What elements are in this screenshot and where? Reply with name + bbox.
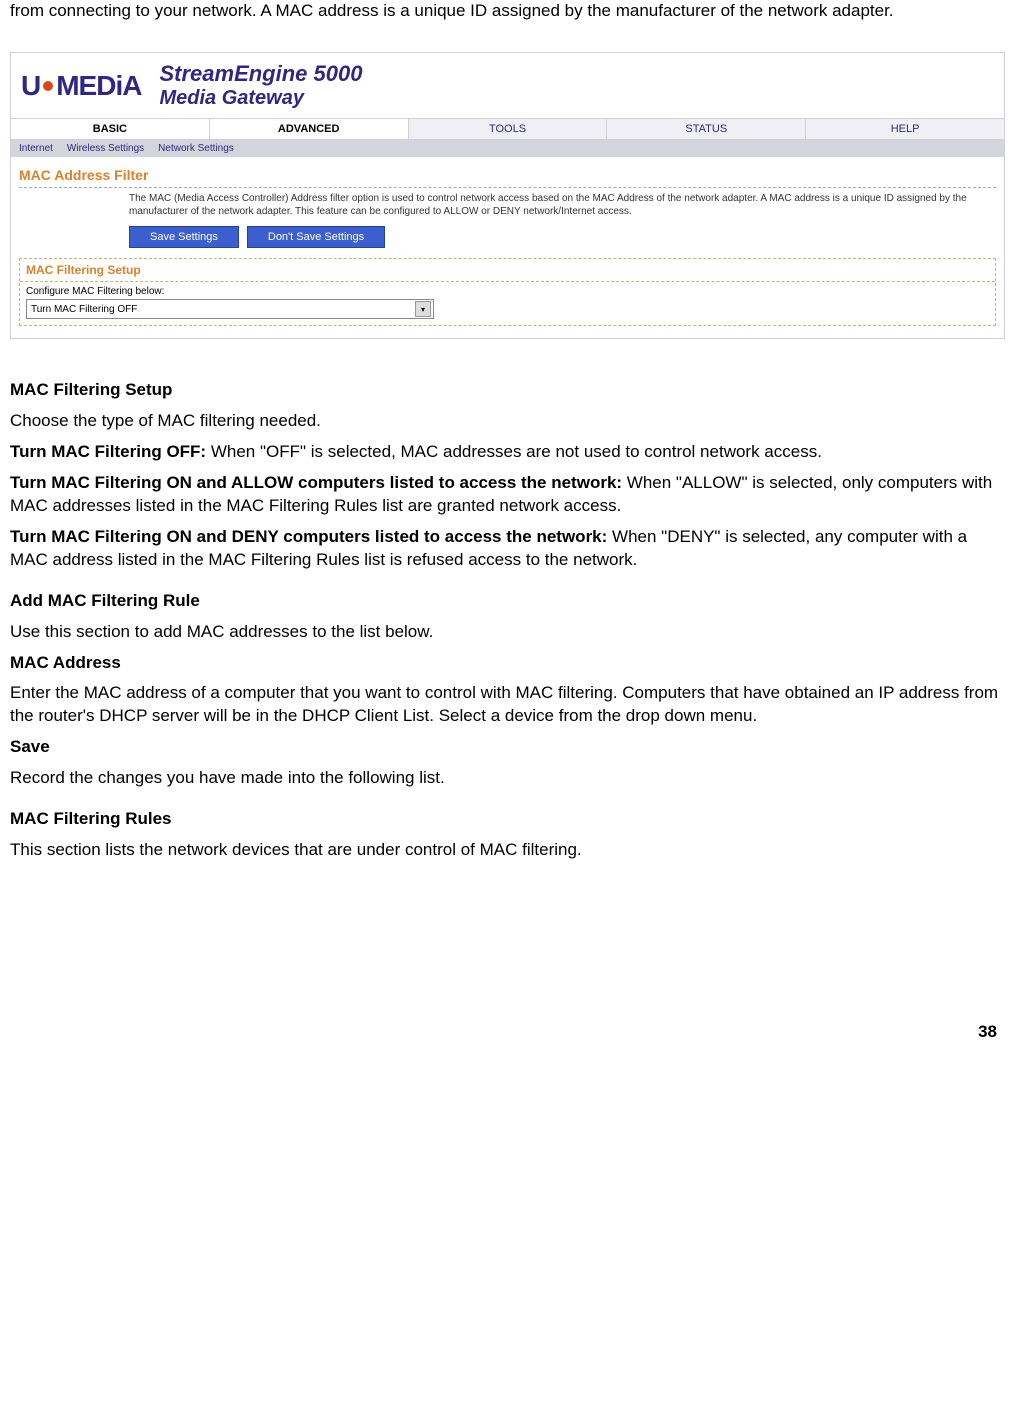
tab-tools[interactable]: TOOLS — [409, 119, 608, 139]
logo-dot-icon — [43, 81, 53, 91]
product-name: StreamEngine 5000 Media Gateway — [159, 61, 362, 110]
intro-text: from connecting to your network. A MAC a… — [10, 0, 1005, 22]
tab-advanced[interactable]: ADVANCED — [210, 119, 409, 139]
heading-mac-filtering-setup: MAC Filtering Setup — [10, 379, 1005, 402]
heading-rules: MAC Filtering Rules — [10, 808, 1005, 831]
save-text: Record the changes you have made into th… — [10, 767, 1005, 790]
mac-address-text: Enter the MAC address of a computer that… — [10, 682, 1005, 728]
p-deny: Turn MAC Filtering ON and DENY computers… — [10, 526, 1005, 572]
p-off: Turn MAC Filtering OFF: When "OFF" is se… — [10, 441, 1005, 464]
logo-text: U MEDiA — [21, 70, 141, 102]
logo: U MEDiA — [21, 70, 141, 102]
product-line1: StreamEngine 5000 — [159, 61, 362, 87]
doc-body: MAC Filtering Setup Choose the type of M… — [10, 379, 1005, 862]
off-label: Turn MAC Filtering OFF: — [10, 442, 206, 461]
dropdown-value: Turn MAC Filtering OFF — [31, 304, 137, 315]
p-choose-type: Choose the type of MAC filtering needed. — [10, 410, 1005, 433]
save-settings-button[interactable]: Save Settings — [129, 226, 239, 248]
subtab-internet[interactable]: Internet — [19, 143, 53, 154]
main-tabs: BASIC ADVANCED TOOLS STATUS HELP — [11, 119, 1004, 140]
setup-title: MAC Filtering Setup — [20, 259, 995, 281]
router-ui: U MEDiA StreamEngine 5000 Media Gateway … — [10, 52, 1005, 339]
logo-right: MEDiA — [56, 70, 141, 102]
p-allow: Turn MAC Filtering ON and ALLOW computer… — [10, 472, 1005, 518]
product-line2: Media Gateway — [159, 87, 362, 110]
tab-status[interactable]: STATUS — [607, 119, 806, 139]
subtab-wireless[interactable]: Wireless Settings — [67, 143, 144, 154]
p-rules: This section lists the network devices t… — [10, 839, 1005, 862]
mac-address-label: MAC Address — [10, 652, 1005, 675]
logo-left: U — [21, 70, 40, 102]
sub-tabs: Internet Wireless Settings Network Setti… — [11, 140, 1004, 157]
save-label: Save — [10, 736, 1005, 759]
p-add-rule: Use this section to add MAC addresses to… — [10, 621, 1005, 644]
chevron-down-icon: ▾ — [415, 301, 431, 317]
deny-label: Turn MAC Filtering ON and DENY computers… — [10, 527, 607, 546]
setup-label: Configure MAC Filtering below: — [26, 286, 989, 297]
mac-filtering-dropdown[interactable]: Turn MAC Filtering OFF ▾ — [26, 299, 434, 319]
heading-add-rule: Add MAC Filtering Rule — [10, 590, 1005, 613]
allow-label: Turn MAC Filtering ON and ALLOW computer… — [10, 473, 622, 492]
router-header: U MEDiA StreamEngine 5000 Media Gateway — [11, 53, 1004, 119]
tab-basic[interactable]: BASIC — [11, 119, 210, 139]
tab-help[interactable]: HELP — [806, 119, 1004, 139]
off-text: When "OFF" is selected, MAC addresses ar… — [206, 442, 822, 461]
mac-filtering-setup-box: MAC Filtering Setup Configure MAC Filter… — [19, 258, 996, 326]
mac-filter-title: MAC Address Filter — [19, 163, 996, 188]
mac-filter-desc: The MAC (Media Access Controller) Addres… — [129, 192, 996, 218]
page-number: 38 — [10, 1022, 1005, 1042]
router-body: MAC Address Filter The MAC (Media Access… — [11, 157, 1004, 338]
dont-save-settings-button[interactable]: Don't Save Settings — [247, 226, 385, 248]
subtab-network[interactable]: Network Settings — [158, 143, 234, 154]
